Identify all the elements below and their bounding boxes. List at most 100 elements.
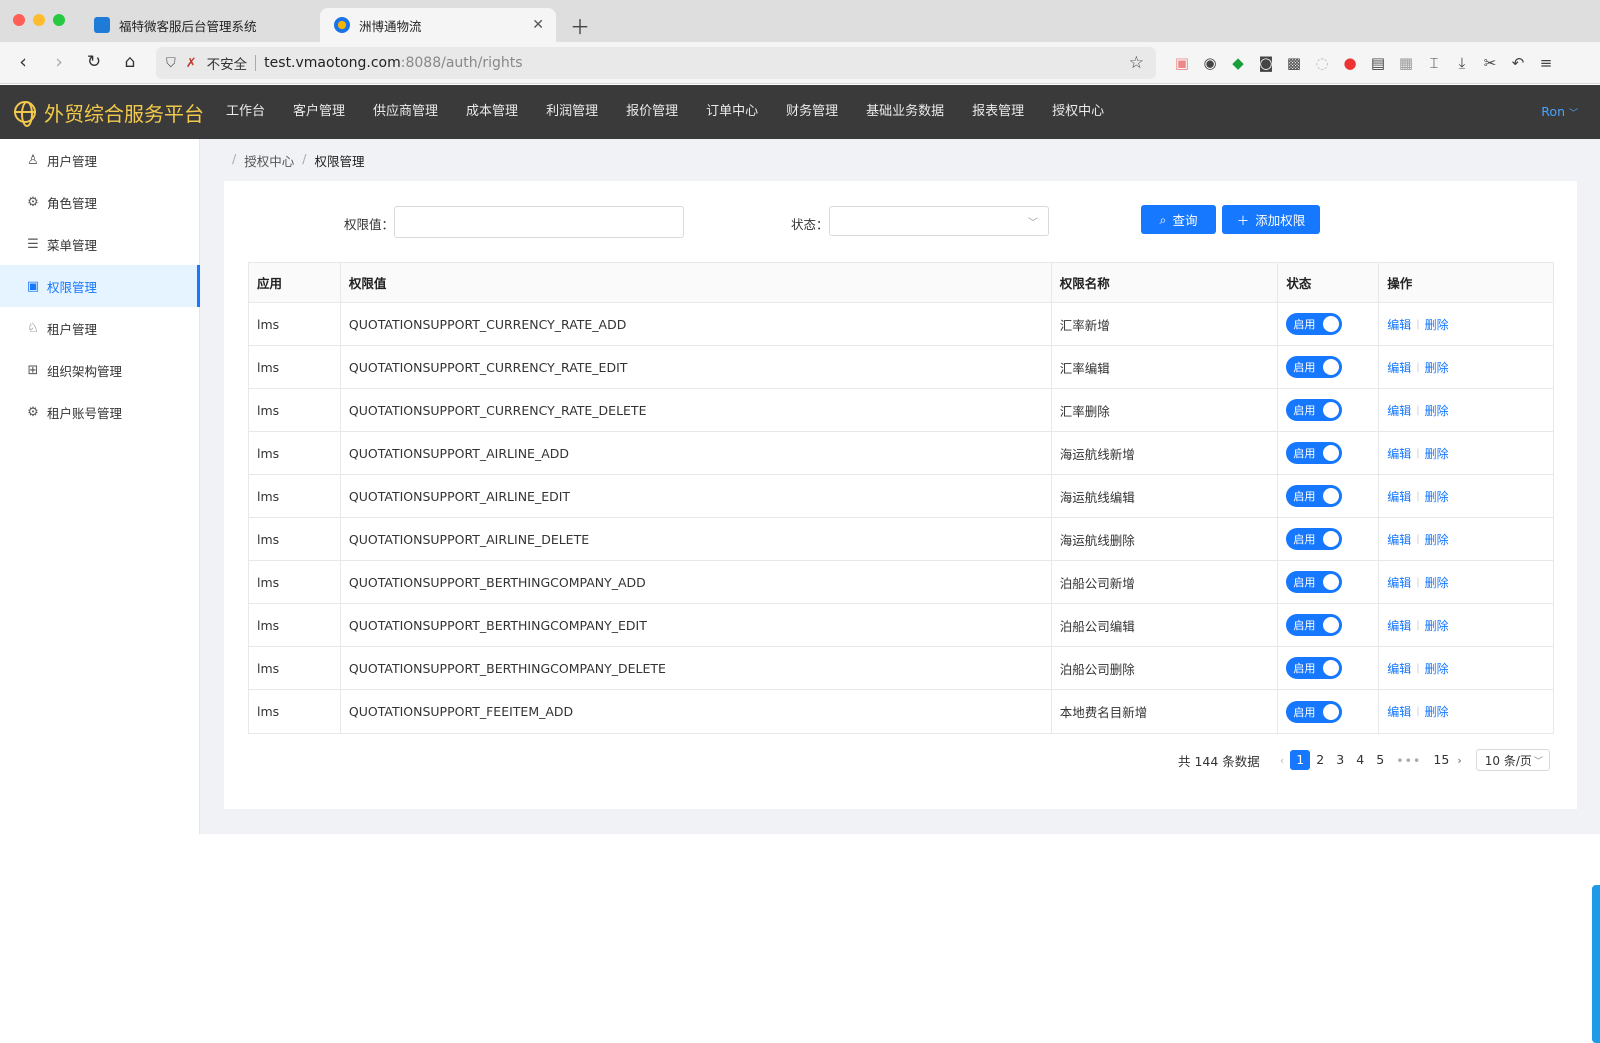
topnav-item-orders[interactable]: 订单中心 <box>692 85 772 139</box>
minimize-window-button[interactable] <box>33 14 45 26</box>
edit-link[interactable]: 编辑 <box>1387 574 1411 591</box>
extension-icon[interactable]: ◌ <box>1312 53 1332 73</box>
edit-link[interactable]: 编辑 <box>1387 359 1411 376</box>
tab-close-icon[interactable]: ✕ <box>532 17 544 33</box>
status-toggle[interactable]: 启用 <box>1286 657 1343 679</box>
delete-link[interactable]: 删除 <box>1425 488 1449 505</box>
download-icon[interactable]: ⤓ <box>1452 53 1472 73</box>
sidebar-item-tenants[interactable]: ♘ 租户管理 <box>0 307 199 349</box>
maximize-window-button[interactable] <box>53 14 65 26</box>
delete-link[interactable]: 删除 <box>1425 660 1449 677</box>
extension-icon[interactable]: ● <box>1340 53 1360 73</box>
breadcrumb-item[interactable]: 授权中心 <box>244 151 294 170</box>
sidebar-item-users[interactable]: ♙ 用户管理 <box>0 139 199 181</box>
page-item[interactable]: 2 <box>1310 750 1330 770</box>
status-toggle[interactable]: 启用 <box>1286 485 1343 507</box>
add-right-button[interactable]: ＋ 添加权限 <box>1222 205 1320 234</box>
new-tab-icon[interactable]: ＋ <box>570 11 590 40</box>
forward-icon[interactable]: › <box>48 51 70 73</box>
hamburger-menu-icon[interactable]: ≡ <box>1536 53 1556 73</box>
topnav-item-base-data[interactable]: 基础业务数据 <box>852 85 958 139</box>
topnav-item-reports[interactable]: 报表管理 <box>958 85 1038 139</box>
home-icon[interactable]: ⌂ <box>119 51 141 73</box>
page-scrollbar[interactable] <box>1592 885 1600 1043</box>
close-window-button[interactable] <box>13 14 25 26</box>
status-toggle[interactable]: 启用 <box>1286 528 1343 550</box>
delete-link[interactable]: 删除 <box>1425 574 1449 591</box>
status-toggle-label: 启用 <box>1293 318 1316 331</box>
camera-icon[interactable]: ◙ <box>1256 53 1276 73</box>
topnav-item-suppliers[interactable]: 供应商管理 <box>359 85 452 139</box>
delete-link[interactable]: 删除 <box>1425 617 1449 634</box>
topnav-item-profit[interactable]: 利润管理 <box>532 85 612 139</box>
page-item[interactable]: 3 <box>1330 750 1350 770</box>
tag-extension-icon[interactable]: ◆ <box>1228 53 1248 73</box>
topnav-item-auth-center[interactable]: 授权中心 <box>1038 85 1118 139</box>
topnav-item-customers[interactable]: 客户管理 <box>279 85 359 139</box>
sidebar-item-roles[interactable]: ⚙ 角色管理 <box>0 181 199 223</box>
topnav-item-finance[interactable]: 财务管理 <box>772 85 852 139</box>
extension-icon[interactable]: ▣ <box>1172 53 1192 73</box>
topnav-item-quotation[interactable]: 报价管理 <box>612 85 692 139</box>
pagination-ellipsis[interactable]: ••• <box>1396 753 1421 768</box>
extension-icon[interactable]: ▩ <box>1284 53 1304 73</box>
edit-link[interactable]: 编辑 <box>1387 617 1411 634</box>
page-item[interactable]: 4 <box>1350 750 1370 770</box>
table-row: lms QUOTATIONSUPPORT_CURRENCY_RATE_DELETE… <box>249 389 1553 432</box>
cell-name: 泊船公司删除 <box>1052 647 1279 689</box>
insecure-lock-icon[interactable]: ✗ <box>186 56 197 71</box>
status-select[interactable]: ﹀ <box>829 206 1049 236</box>
page-size-select[interactable]: 10 条/页 ﹀ <box>1475 749 1550 771</box>
page-item-last[interactable]: 15 <box>1431 750 1451 770</box>
query-button[interactable]: ⌕ 查询 <box>1141 205 1216 234</box>
reload-icon[interactable]: ↻ <box>83 51 105 73</box>
edit-link[interactable]: 编辑 <box>1387 316 1411 333</box>
topnav-item-workbench[interactable]: 工作台 <box>212 85 279 139</box>
sidebar-item-rights[interactable]: ▣ 权限管理 <box>0 265 200 307</box>
edit-link[interactable]: 编辑 <box>1387 531 1411 548</box>
extension-icon[interactable]: ⌶ <box>1424 53 1444 73</box>
delete-link[interactable]: 删除 <box>1425 531 1449 548</box>
browser-tab-2[interactable]: 洲博通物流 ✕ <box>320 8 556 42</box>
cell-actions: 编辑 | 删除 <box>1379 389 1553 431</box>
status-toggle[interactable]: 启用 <box>1286 356 1343 378</box>
extension-icon[interactable]: ◉ <box>1200 53 1220 73</box>
extension-icon[interactable]: ▦ <box>1396 53 1416 73</box>
edit-link[interactable]: 编辑 <box>1387 660 1411 677</box>
scissors-icon[interactable]: ✂ <box>1480 53 1500 73</box>
brand[interactable]: 外贸综合服务平台 <box>14 85 204 139</box>
status-toggle[interactable]: 启用 <box>1286 442 1343 464</box>
page-item[interactable]: 1 <box>1290 750 1311 770</box>
rights-value-input[interactable] <box>394 206 684 238</box>
status-toggle[interactable]: 启用 <box>1286 571 1343 593</box>
delete-link[interactable]: 删除 <box>1425 316 1449 333</box>
page-item[interactable]: 5 <box>1370 750 1390 770</box>
status-toggle[interactable]: 启用 <box>1286 313 1343 335</box>
next-page-icon[interactable]: › <box>1457 754 1461 767</box>
delete-link[interactable]: 删除 <box>1425 402 1449 419</box>
edit-link[interactable]: 编辑 <box>1387 445 1411 462</box>
status-toggle[interactable]: 启用 <box>1286 399 1343 421</box>
topnav-item-costs[interactable]: 成本管理 <box>452 85 532 139</box>
status-toggle[interactable]: 启用 <box>1286 700 1343 723</box>
sidebar-item-tenant-accounts[interactable]: ⚙ 租户账号管理 <box>0 391 199 433</box>
browser-tab-1[interactable]: 福特微客服后台管理系统 <box>80 8 320 42</box>
delete-link[interactable]: 删除 <box>1425 703 1449 720</box>
status-toggle[interactable]: 启用 <box>1286 614 1343 636</box>
shield-icon[interactable]: ⛉ <box>166 56 176 71</box>
bookmark-star-icon[interactable]: ☆ <box>1129 53 1144 73</box>
extension-icon[interactable]: ▤ <box>1368 53 1388 73</box>
cell-name: 泊船公司编辑 <box>1052 604 1279 646</box>
back-icon[interactable]: ‹ <box>12 51 34 73</box>
user-menu[interactable]: Ron ﹀ <box>1541 85 1578 139</box>
sidebar-item-menus[interactable]: ☰ 菜单管理 <box>0 223 199 265</box>
sidebar-item-org-structure[interactable]: ⊞ 组织架构管理 <box>0 349 199 391</box>
edit-link[interactable]: 编辑 <box>1387 402 1411 419</box>
edit-link[interactable]: 编辑 <box>1387 488 1411 505</box>
delete-link[interactable]: 删除 <box>1425 359 1449 376</box>
delete-link[interactable]: 删除 <box>1425 445 1449 462</box>
undo-icon[interactable]: ↶ <box>1508 53 1528 73</box>
edit-link[interactable]: 编辑 <box>1387 703 1411 720</box>
address-bar[interactable]: ⛉ ✗ 不安全 test.vmaotong.com :8088/auth/rig… <box>156 47 1156 79</box>
prev-page-icon[interactable]: ‹ <box>1280 754 1284 767</box>
